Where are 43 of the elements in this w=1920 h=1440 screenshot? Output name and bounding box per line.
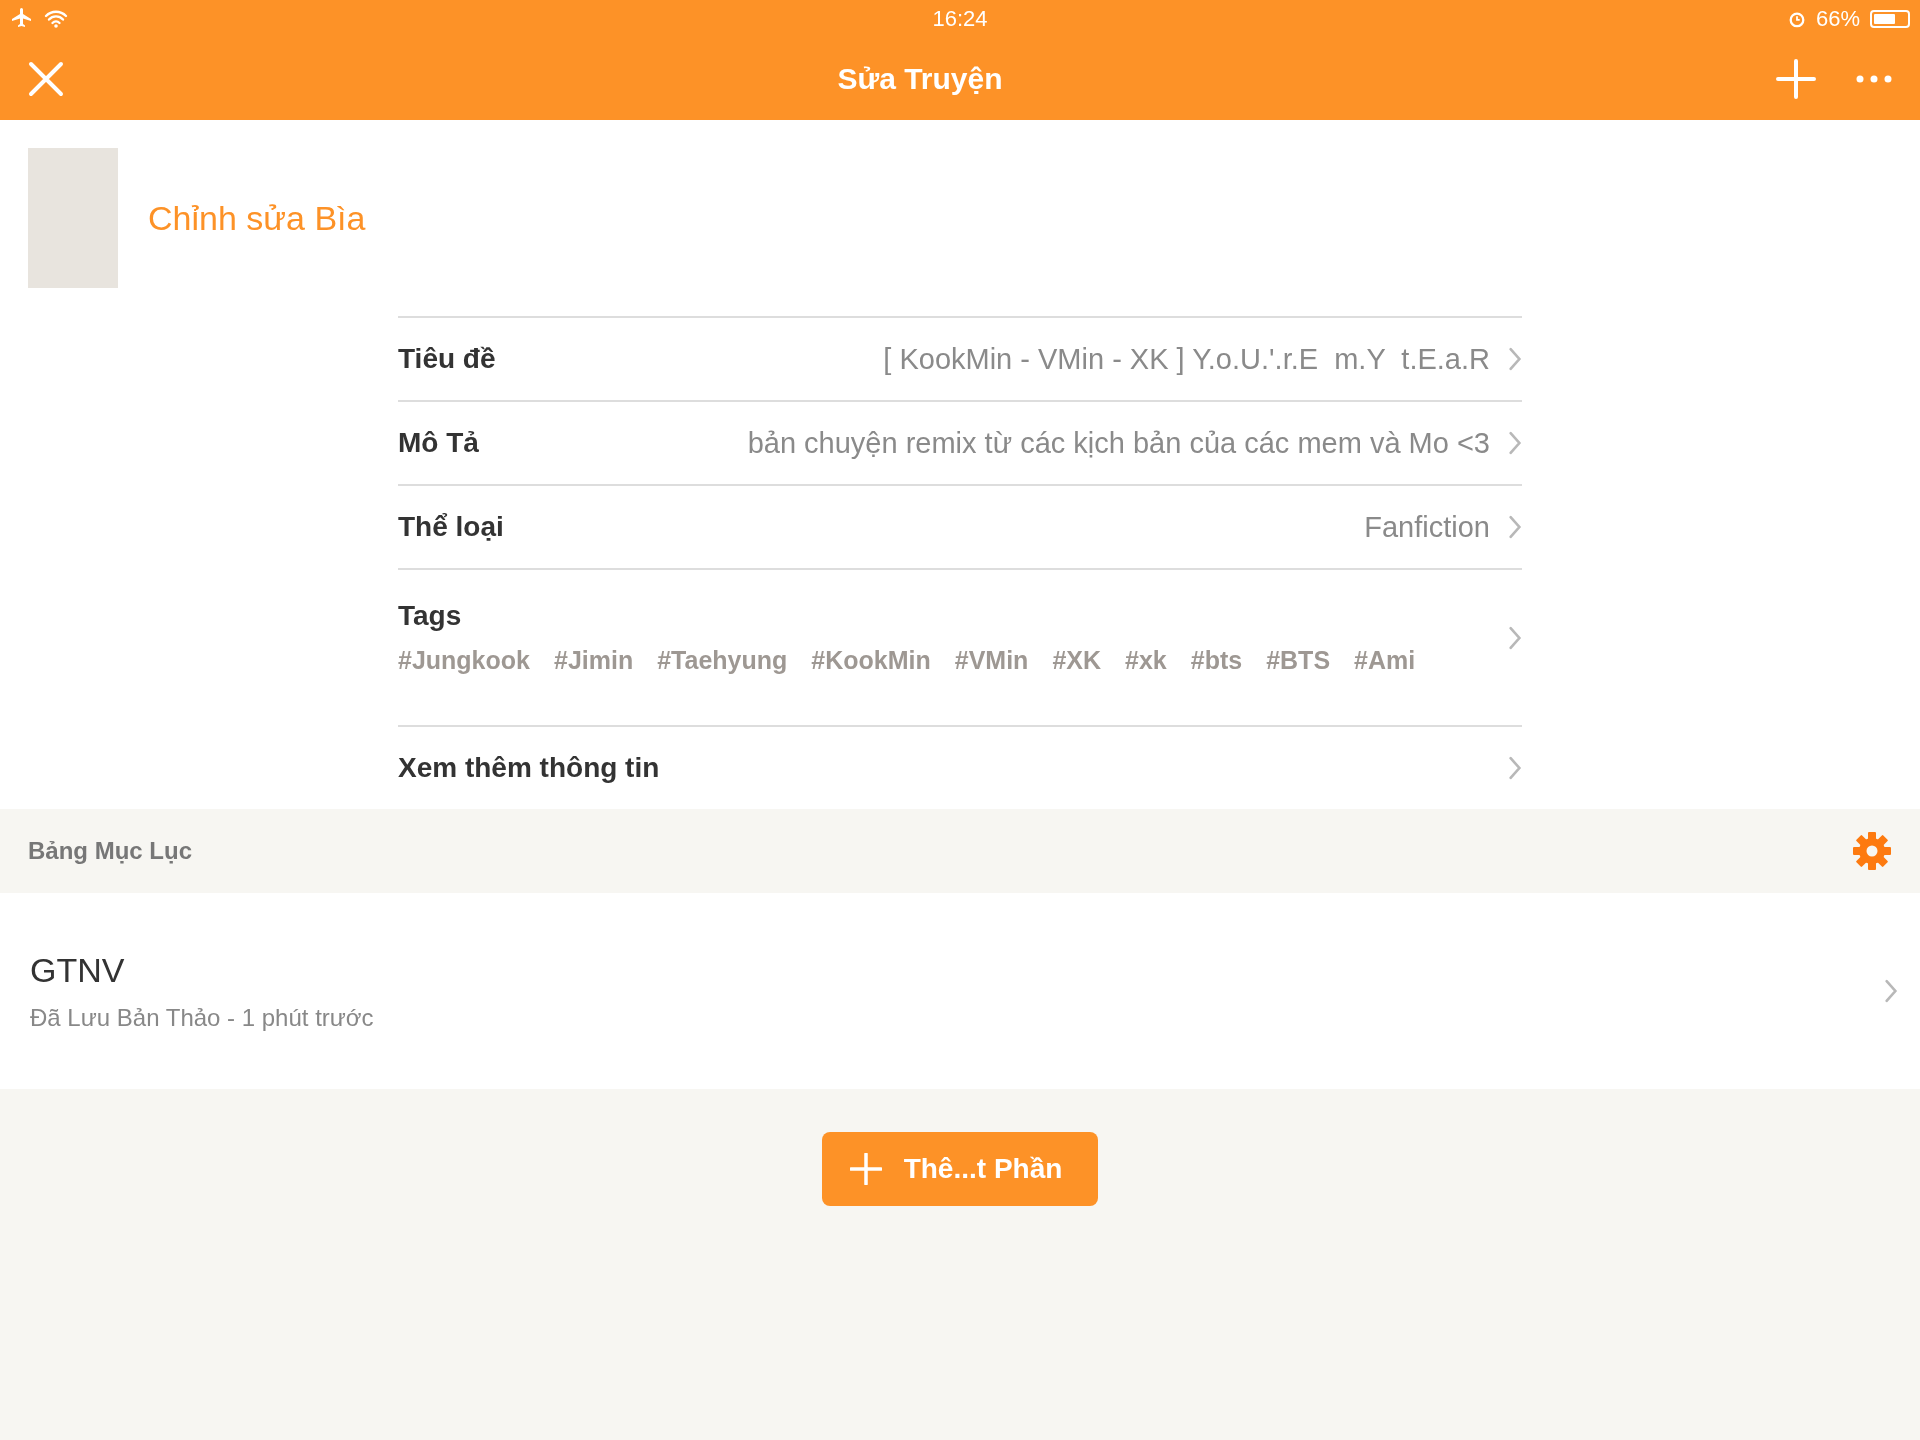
part-title: GTNV: [30, 950, 126, 990]
battery-percent: 66%: [1815, 6, 1860, 32]
part-row[interactable]: GTNV Đã Lưu Bản Thảo - 1 phút trước: [0, 893, 1920, 1089]
screen-title: Sửa Truyện: [837, 62, 1003, 96]
field-value: Fanfiction: [1364, 510, 1490, 544]
settings-icon[interactable]: [1852, 831, 1892, 871]
more-icon[interactable]: [1856, 74, 1892, 84]
chevron-right-icon: [1508, 515, 1522, 539]
tag: #Ami: [1354, 646, 1416, 675]
field-label: Tags: [398, 600, 463, 632]
section-title: Bảng Mục Lục: [28, 837, 192, 865]
chevron-right-icon: [1508, 431, 1522, 455]
battery-icon: [1870, 10, 1910, 28]
wifi-icon: [44, 9, 68, 29]
chevron-right-icon: [1508, 347, 1522, 371]
alarm-clock-icon: [1787, 10, 1806, 28]
tag: #XK: [1052, 646, 1102, 675]
tag: #bts: [1190, 646, 1243, 675]
tag: #Jungkook: [398, 646, 530, 675]
field-label: Mô Tả: [398, 427, 479, 459]
field-label: Thể loại: [398, 511, 504, 543]
status-time: 16:24: [932, 6, 988, 32]
tag: #xk: [1125, 646, 1167, 675]
tag: #KookMin: [811, 646, 931, 675]
field-row[interactable]: Thể loại Fanfiction: [398, 484, 1522, 568]
field-value: bản chuyện remix từ các kịch bản của các mem và Mo <3: [747, 426, 1490, 460]
chevron-right-icon: [1508, 625, 1522, 650]
tag: #Taehyung: [657, 646, 788, 675]
field-value: [ KookMin - VMin - XK ] Y.o.U.'.r.E m.Y t.E.a.R: [883, 342, 1490, 376]
field-label: Xem thêm thông tin: [398, 752, 660, 784]
field-row[interactable]: Mô Tả bản chuyện remix từ các kịch bản của các mem và Mo <3: [398, 400, 1522, 484]
chevron-right-icon: [1508, 756, 1522, 780]
tag: #VMin: [954, 646, 1029, 675]
chevron-right-icon: [1884, 979, 1898, 1003]
field-label: Tiêu đề: [398, 343, 496, 375]
tags-row[interactable]: Tags #Jungkook #Jimin #Taehyung #KookMin #VMin #XK #xk #bts #BTS #Ami: [398, 568, 1522, 725]
tag: #Jimin: [554, 646, 634, 675]
part-status: Đã Lưu Bản Thảo - 1 phút trước: [30, 1003, 374, 1032]
plus-icon: [849, 1153, 882, 1185]
add-icon[interactable]: [1776, 59, 1816, 99]
tag: #BTS: [1266, 646, 1331, 675]
close-icon[interactable]: [28, 61, 64, 97]
field-row[interactable]: Tiêu đề [ KookMin - VMin - XK ] Y.o.U.'.r.E m.Y t.E.a.R: [398, 316, 1522, 400]
